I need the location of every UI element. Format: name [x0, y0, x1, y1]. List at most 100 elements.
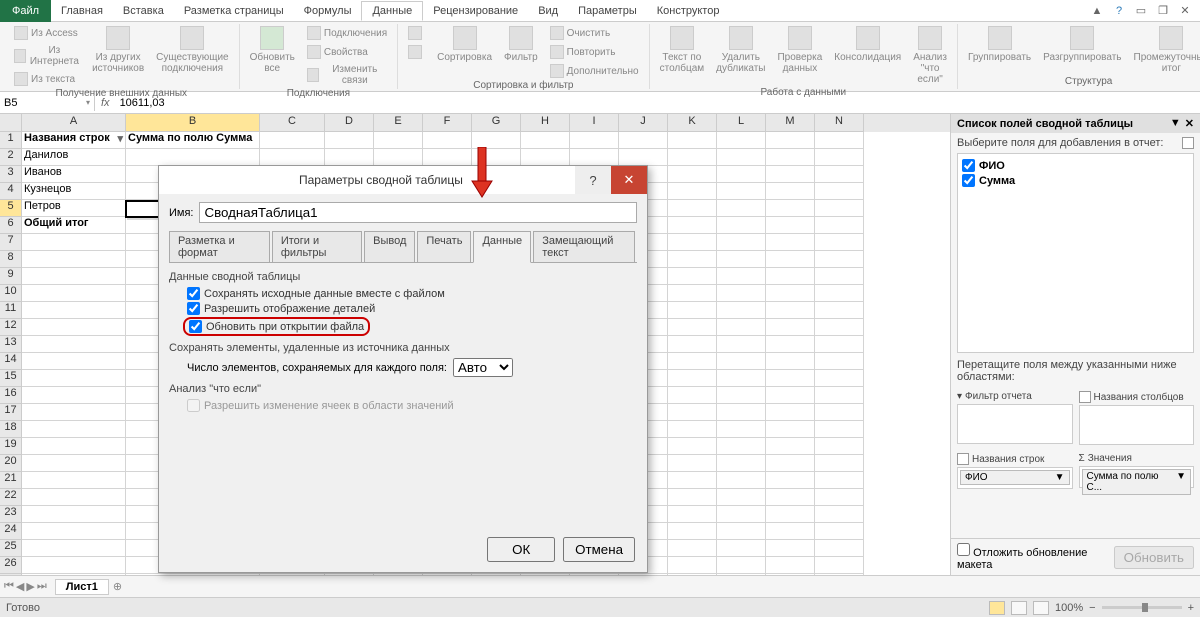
btn-filter[interactable]: Фильтр — [500, 24, 542, 65]
col-header[interactable]: D — [325, 114, 374, 132]
cell[interactable]: Названия строк ▾ — [22, 132, 126, 149]
cell[interactable] — [766, 557, 815, 574]
btn-sort-az[interactable] — [404, 24, 429, 42]
row-header[interactable]: 16 — [0, 387, 22, 404]
cell[interactable] — [717, 523, 766, 540]
cell[interactable] — [766, 387, 815, 404]
cell[interactable] — [325, 132, 374, 149]
cell[interactable] — [717, 506, 766, 523]
cell[interactable] — [668, 489, 717, 506]
cell[interactable] — [668, 574, 717, 575]
cell[interactable] — [668, 234, 717, 251]
fx-button[interactable]: fx — [95, 97, 116, 109]
dlg-tab-layout[interactable]: Разметка и формат — [169, 231, 270, 262]
cell[interactable] — [22, 234, 126, 251]
cell[interactable] — [815, 387, 864, 404]
cell[interactable] — [717, 285, 766, 302]
cell[interactable] — [668, 438, 717, 455]
cell[interactable] — [717, 217, 766, 234]
panel-dropdown-icon[interactable]: ▼ — [1170, 117, 1181, 130]
cell[interactable] — [766, 506, 815, 523]
cell[interactable] — [766, 370, 815, 387]
cell[interactable] — [22, 302, 126, 319]
cell[interactable] — [570, 149, 619, 166]
cell[interactable] — [325, 574, 374, 575]
view-normal-icon[interactable] — [989, 601, 1005, 615]
cell[interactable] — [717, 319, 766, 336]
cell[interactable] — [668, 302, 717, 319]
cell[interactable] — [815, 540, 864, 557]
cell[interactable] — [815, 319, 864, 336]
cell[interactable] — [815, 132, 864, 149]
field-checkbox[interactable] — [962, 159, 975, 172]
cell[interactable] — [717, 404, 766, 421]
row-header[interactable]: 6 — [0, 217, 22, 234]
update-button[interactable]: Обновить — [1114, 546, 1194, 569]
row-header[interactable]: 8 — [0, 251, 22, 268]
cell[interactable] — [766, 251, 815, 268]
cell[interactable] — [717, 166, 766, 183]
btn-web[interactable]: Из Интернета — [10, 43, 84, 69]
cell[interactable]: Кузнецов — [22, 183, 126, 200]
row-header[interactable]: 20 — [0, 455, 22, 472]
cell[interactable] — [22, 353, 126, 370]
btn-consolidate[interactable]: Консолидация — [830, 24, 905, 65]
cell[interactable] — [766, 540, 815, 557]
cell[interactable] — [766, 336, 815, 353]
dialog-titlebar[interactable]: Параметры сводной таблицы ? ✕ — [159, 166, 647, 194]
cell[interactable] — [815, 574, 864, 575]
view-pagebreak-icon[interactable] — [1033, 601, 1049, 615]
cell[interactable] — [22, 557, 126, 574]
cell[interactable] — [521, 149, 570, 166]
dlg-tab-print[interactable]: Печать — [417, 231, 471, 262]
cell[interactable] — [766, 353, 815, 370]
cell[interactable] — [22, 523, 126, 540]
cell[interactable] — [717, 370, 766, 387]
row-header[interactable]: 2 — [0, 149, 22, 166]
cell[interactable] — [22, 387, 126, 404]
btn-subtotal[interactable]: Промежуточный итог — [1130, 24, 1200, 76]
tab-design[interactable]: Конструктор — [647, 2, 730, 20]
btn-sort-za[interactable] — [404, 43, 429, 61]
cell[interactable] — [815, 421, 864, 438]
cell[interactable] — [766, 574, 815, 575]
cell[interactable] — [717, 455, 766, 472]
row-field-pill[interactable]: ФИО▼ — [960, 470, 1070, 485]
row-header[interactable]: 27 — [0, 574, 22, 575]
col-header[interactable]: C — [260, 114, 325, 132]
cell[interactable] — [815, 217, 864, 234]
col-header[interactable]: M — [766, 114, 815, 132]
cell[interactable] — [766, 166, 815, 183]
cell[interactable] — [668, 404, 717, 421]
row-header[interactable]: 24 — [0, 523, 22, 540]
cell[interactable] — [668, 336, 717, 353]
cell[interactable] — [668, 387, 717, 404]
row-header[interactable]: 12 — [0, 319, 22, 336]
cell[interactable]: Данилов — [22, 149, 126, 166]
help-icon[interactable]: ? — [1112, 4, 1126, 18]
cell[interactable] — [717, 302, 766, 319]
col-header[interactable]: F — [423, 114, 472, 132]
cell[interactable] — [374, 574, 423, 575]
pivot-name-input[interactable] — [199, 202, 637, 223]
cell[interactable] — [766, 302, 815, 319]
defer-update-checkbox[interactable]: Отложить обновление макета — [957, 543, 1114, 571]
sheet-nav-first[interactable]: ⏮ — [4, 580, 14, 593]
cell[interactable] — [260, 149, 325, 166]
row-header[interactable]: 9 — [0, 268, 22, 285]
col-header[interactable]: A — [22, 114, 126, 132]
cell[interactable] — [668, 217, 717, 234]
cell[interactable] — [717, 353, 766, 370]
cell[interactable] — [668, 200, 717, 217]
tab-formulas[interactable]: Формулы — [294, 2, 362, 20]
cell[interactable] — [766, 319, 815, 336]
row-header[interactable]: 19 — [0, 438, 22, 455]
cell[interactable] — [815, 353, 864, 370]
btn-ungroup[interactable]: Разгруппировать — [1039, 24, 1125, 65]
cell[interactable] — [668, 183, 717, 200]
cell[interactable] — [619, 149, 668, 166]
row-header[interactable]: 14 — [0, 353, 22, 370]
row-header[interactable]: 4 — [0, 183, 22, 200]
cell[interactable] — [766, 149, 815, 166]
dlg-tab-data[interactable]: Данные — [473, 231, 531, 263]
